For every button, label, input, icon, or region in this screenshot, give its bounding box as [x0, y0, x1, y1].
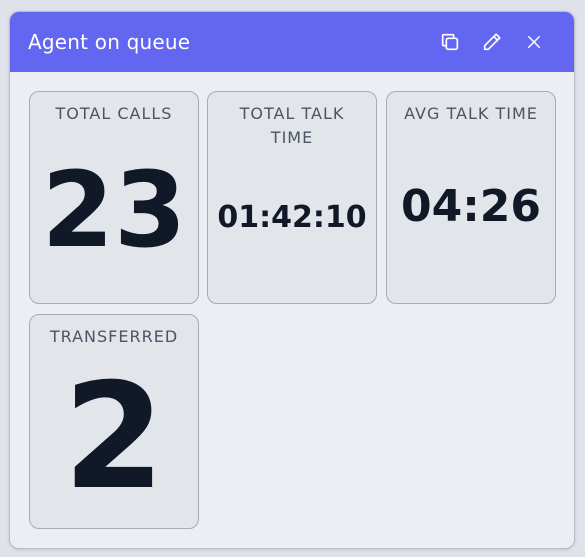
total-talk-time-card: TOTAL TALK TIME 01:42:10 — [207, 91, 377, 304]
agent-on-queue-widget: Agent on queue TOTAL CALLS 23 TOTAL TALK… — [9, 11, 575, 549]
total-calls-value: 23 — [41, 149, 187, 271]
header-actions — [436, 28, 548, 56]
avg-talk-time-label: AVG TALK TIME — [404, 104, 538, 123]
avg-talk-time-card: AVG TALK TIME 04:26 — [386, 91, 556, 304]
transferred-label: TRANSFERRED — [49, 327, 179, 346]
total-calls-card: TOTAL CALLS 23 — [29, 91, 199, 304]
widget-header: Agent on queue — [10, 12, 574, 72]
pencil-icon[interactable] — [478, 28, 506, 56]
copy-icon[interactable] — [436, 28, 464, 56]
transferred-card: TRANSFERRED 2 — [29, 314, 199, 529]
total-talk-time-value: 01:42:10 — [217, 200, 367, 235]
widget-title: Agent on queue — [28, 30, 191, 54]
close-icon[interactable] — [520, 28, 548, 56]
total-talk-time-label: TOTAL TALK TIME — [239, 104, 345, 147]
transferred-value: 2 — [63, 352, 165, 522]
total-calls-label: TOTAL CALLS — [55, 104, 173, 123]
avg-talk-time-value: 04:26 — [400, 181, 542, 232]
